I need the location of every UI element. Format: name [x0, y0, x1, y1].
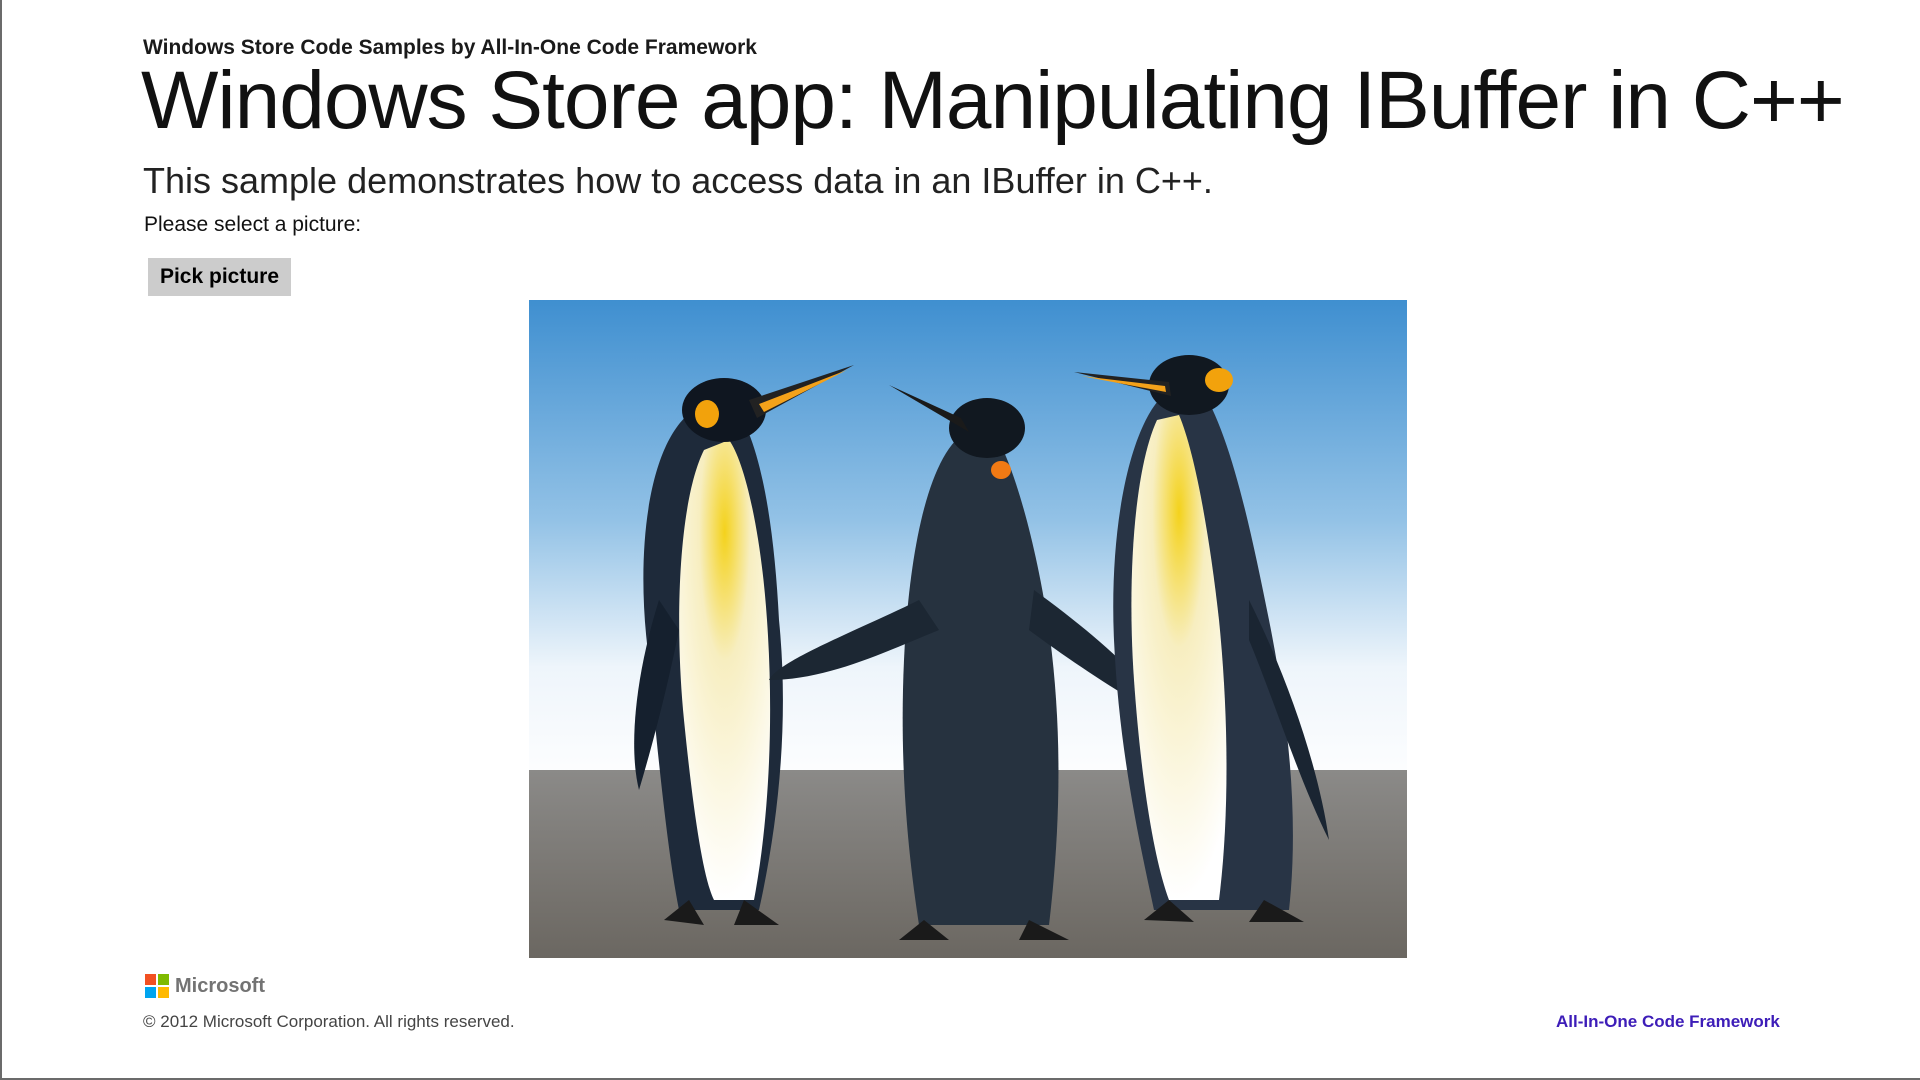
- microsoft-logo-icon: [145, 974, 169, 998]
- selected-picture: [529, 300, 1407, 958]
- pick-picture-button[interactable]: Pick picture: [148, 258, 291, 296]
- page-title: Windows Store app: Manipulating IBuffer …: [141, 55, 1845, 146]
- copyright-text: © 2012 Microsoft Corporation. All rights…: [143, 1012, 515, 1031]
- window-border-left: [0, 0, 2, 1080]
- microsoft-logo: Microsoft: [145, 974, 265, 998]
- select-picture-label: Please select a picture:: [144, 213, 362, 236]
- all-in-one-code-framework-link[interactable]: All-In-One Code Framework: [1556, 1012, 1780, 1032]
- penguins-image: [529, 300, 1407, 958]
- microsoft-wordmark: Microsoft: [175, 974, 265, 997]
- page-description: This sample demonstrates how to access d…: [143, 160, 1213, 201]
